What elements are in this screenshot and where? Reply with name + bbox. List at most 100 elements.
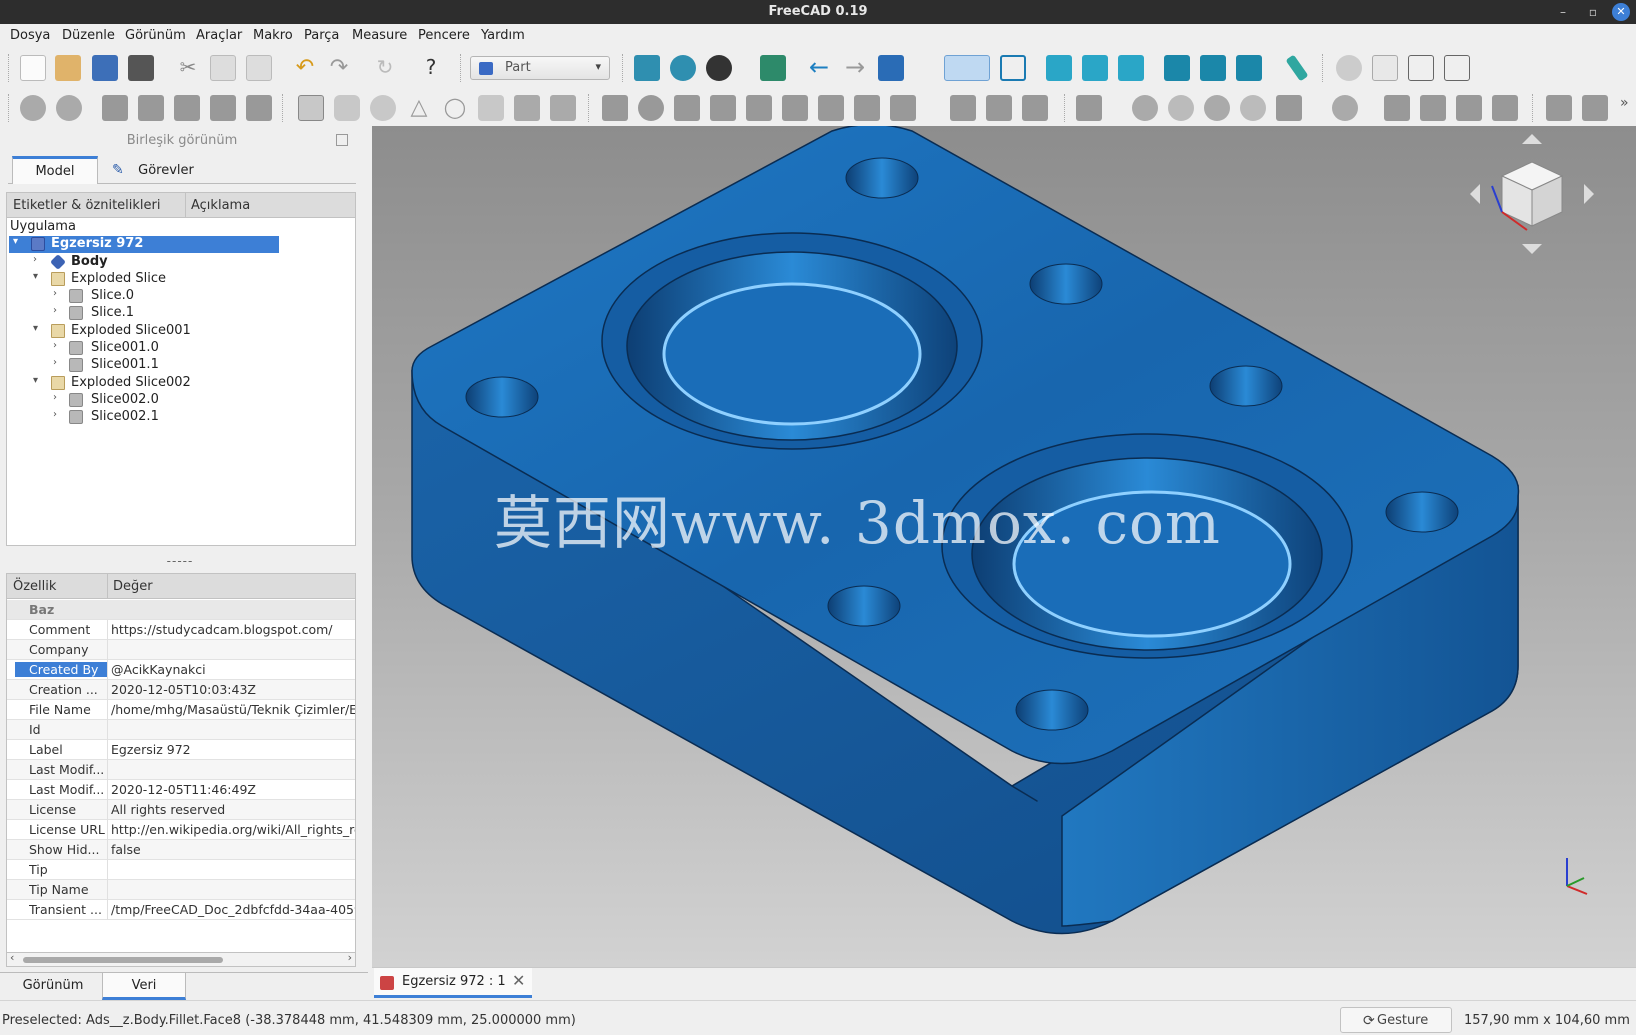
fillet-icon[interactable] <box>710 95 736 121</box>
mirror-icon[interactable] <box>674 95 700 121</box>
toolbar-overflow-icon[interactable]: » <box>1620 95 1634 121</box>
undo-icon[interactable]: ↶ <box>292 55 318 81</box>
property-row[interactable]: Id <box>7 720 355 740</box>
thickness-icon[interactable] <box>1492 95 1518 121</box>
chevron-down-icon[interactable]: ▾ <box>33 375 38 386</box>
copy-icon[interactable] <box>210 55 236 81</box>
document-tab[interactable]: Egzersiz 972 : 1 ✕ <box>374 968 532 998</box>
scroll-right-icon[interactable]: › <box>348 951 352 964</box>
draw-style-icon[interactable] <box>706 55 732 81</box>
property-row[interactable]: Transient ... /tmp/FreeCAD_Doc_2dbfcfdd-3… <box>7 900 355 920</box>
chamfer-icon[interactable] <box>746 95 772 121</box>
view-zoom-icon[interactable] <box>56 95 82 121</box>
common-icon[interactable] <box>1240 95 1266 121</box>
chevron-right-icon[interactable]: › <box>53 409 57 420</box>
property-value[interactable]: 2020-12-05T10:03:43Z <box>111 682 355 697</box>
tree-item-exploded-slice[interactable]: ▾ Exploded Slice <box>9 271 209 288</box>
property-group[interactable]: Baz <box>7 600 355 620</box>
tree-header-labels[interactable]: Etiketler & öznitelikleri <box>13 198 160 213</box>
arrow-right-icon[interactable]: → <box>842 55 868 81</box>
chevron-right-icon[interactable]: › <box>53 340 57 351</box>
torus-icon[interactable]: ◯ <box>442 95 468 121</box>
sync-view-icon[interactable] <box>878 55 904 81</box>
open-folder-icon[interactable] <box>55 55 81 81</box>
property-row[interactable]: Last Modif... <box>7 760 355 780</box>
navigation-style-button[interactable]: ⟳ Gesture <box>1340 1007 1452 1033</box>
shape-builder-2-icon[interactable] <box>550 95 576 121</box>
new-document-icon[interactable] <box>20 55 46 81</box>
view-fit-icon[interactable] <box>20 95 46 121</box>
section-icon[interactable] <box>950 95 976 121</box>
sketch-icon[interactable] <box>102 95 128 121</box>
chevron-right-icon[interactable]: › <box>33 254 37 265</box>
large-bore-inner-1[interactable] <box>662 282 922 426</box>
bolt-hole[interactable] <box>1209 365 1283 407</box>
bolt-hole[interactable] <box>845 157 919 199</box>
tree-item-slice[interactable]: › Slice002.0 <box>9 392 209 409</box>
tree-item-document[interactable]: ▾ Egzersiz 972 <box>9 236 279 253</box>
property-row[interactable]: Tip <box>7 860 355 880</box>
bolt-hole[interactable] <box>1385 491 1459 533</box>
menu-window[interactable]: Pencere <box>418 28 470 43</box>
whats-this-icon[interactable]: ? <box>418 55 444 81</box>
chevron-right-icon[interactable]: › <box>53 357 57 368</box>
3d-viewport[interactable]: 莫西网www. 3dmox. com <box>372 126 1636 967</box>
menu-help[interactable]: Yardım <box>481 28 525 43</box>
cut-boolean-icon[interactable] <box>1168 95 1194 121</box>
tree-item-slice[interactable]: › Slice001.1 <box>9 357 209 374</box>
property-header-value[interactable]: Değer <box>113 579 153 594</box>
property-value[interactable]: /tmp/FreeCAD_Doc_2dbfcfdd-34aa-4059- <box>111 902 355 917</box>
tree-item-slice[interactable]: › Slice001.0 <box>9 340 209 357</box>
property-row-selected[interactable]: Created By @AcikKaynakci <box>7 660 355 680</box>
property-row[interactable]: Last Modif... 2020-12-05T11:46:49Z <box>7 780 355 800</box>
panel-splitter[interactable]: ----- <box>150 554 210 568</box>
tree-item-exploded-slice002[interactable]: ▾ Exploded Slice002 <box>9 375 209 392</box>
menu-view[interactable]: Görünüm <box>125 28 186 43</box>
tree-item-slice[interactable]: › Slice.0 <box>9 288 209 305</box>
cut-icon[interactable]: ✂ <box>175 55 201 81</box>
revolve-icon[interactable] <box>638 95 664 121</box>
scrollbar-thumb[interactable] <box>23 957 223 963</box>
property-value[interactable]: All rights reserved <box>111 802 355 817</box>
chevron-right-icon[interactable]: › <box>53 305 57 316</box>
menu-edit[interactable]: Düzenle <box>62 28 115 43</box>
bolt-hole[interactable] <box>1015 689 1089 731</box>
menu-file[interactable]: Dosya <box>10 28 50 43</box>
points-icon[interactable] <box>174 95 200 121</box>
print-icon[interactable] <box>128 55 154 81</box>
sphere-icon[interactable] <box>370 95 396 121</box>
link-actions-icon[interactable] <box>1444 55 1470 81</box>
refresh-icon[interactable]: ↻ <box>372 55 398 81</box>
bottom-view-icon[interactable] <box>1200 55 1226 81</box>
tree-item-exploded-slice001[interactable]: ▾ Exploded Slice001 <box>9 323 209 340</box>
front-view-icon[interactable] <box>1046 55 1072 81</box>
sweep-icon[interactable] <box>890 95 916 121</box>
top-view-icon[interactable] <box>1082 55 1108 81</box>
isometric-view-icon[interactable] <box>1000 55 1026 81</box>
property-header-name[interactable]: Özellik <box>13 579 56 594</box>
arrow-left-icon[interactable]: ← <box>806 55 832 81</box>
part-icon[interactable] <box>1336 55 1362 81</box>
bounding-box-icon[interactable] <box>760 55 786 81</box>
property-row[interactable]: Comment https://studycadcam.blogspot.com/ <box>7 620 355 640</box>
menu-part[interactable]: Parça <box>304 28 339 43</box>
bolt-hole[interactable] <box>1029 263 1103 305</box>
property-value[interactable]: false <box>111 842 355 857</box>
property-row[interactable]: Label Egzersiz 972 <box>7 740 355 760</box>
property-value[interactable]: @AcikKaynakci <box>111 662 355 677</box>
right-view-icon[interactable] <box>1118 55 1144 81</box>
tube-icon[interactable] <box>478 95 504 121</box>
fit-selection-icon[interactable] <box>670 55 696 81</box>
measure-distance-icon[interactable] <box>1285 54 1309 82</box>
chevron-right-icon[interactable]: › <box>53 288 57 299</box>
cone-icon[interactable]: △ <box>406 95 432 121</box>
refine-icon[interactable] <box>210 95 236 121</box>
property-row[interactable]: Company <box>7 640 355 660</box>
minimize-button[interactable]: – <box>1554 3 1572 21</box>
property-row[interactable]: Show Hid... false <box>7 840 355 860</box>
join-features-icon[interactable] <box>1276 95 1302 121</box>
explode-icon[interactable] <box>1546 95 1572 121</box>
close-tab-icon[interactable]: ✕ <box>512 971 525 990</box>
color-per-face-icon[interactable] <box>1420 95 1446 121</box>
maximize-button[interactable]: ▫ <box>1584 3 1602 21</box>
